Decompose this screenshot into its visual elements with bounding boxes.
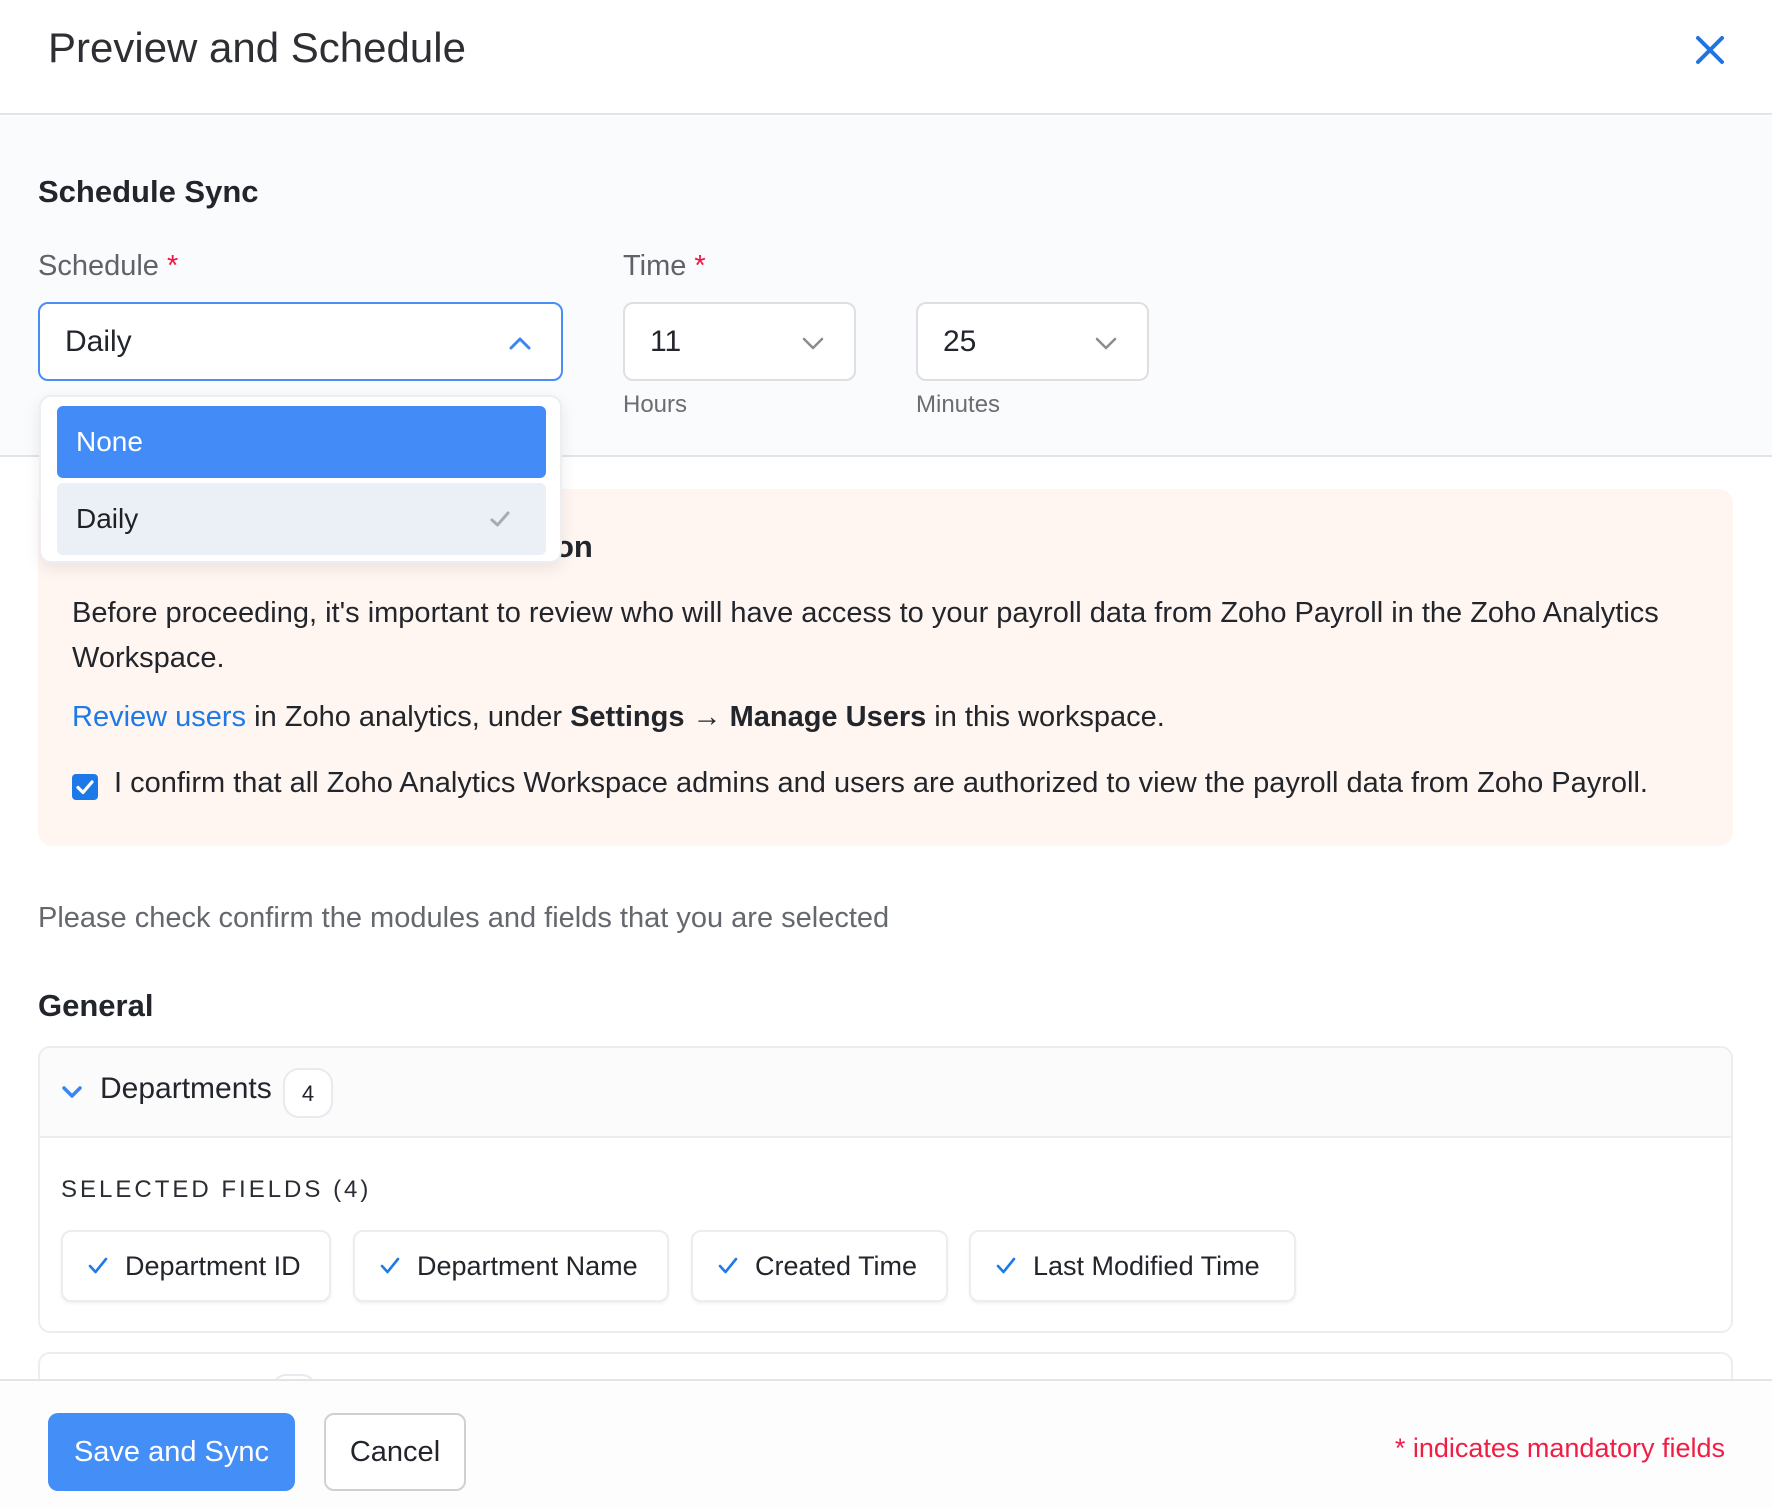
mandatory-fields-note: * indicates mandatory fields	[1394, 1433, 1725, 1463]
field-chip-label: Created Time	[755, 1251, 918, 1281]
hours-select[interactable]: 11	[623, 302, 856, 381]
close-icon	[1696, 36, 1724, 64]
schedule-label-text: Schedule	[38, 250, 159, 282]
checkmark-icon	[76, 780, 94, 795]
review-line-text: in Zoho analytics, under	[246, 701, 571, 733]
dialog-footer: Save and Sync Cancel * indicates mandato…	[0, 1379, 1772, 1508]
field-chip-label: Last Modified Time	[1033, 1251, 1260, 1281]
chevron-down-icon	[1095, 337, 1117, 350]
field-chip-label: Department Name	[417, 1251, 638, 1281]
module-header[interactable]: Departments 4	[40, 1048, 1731, 1138]
hours-sub-label: Hours	[623, 391, 688, 418]
schedule-label: Schedule *	[38, 250, 178, 283]
minutes-select-value: 25	[943, 325, 977, 358]
field-chip: Department ID	[61, 1230, 331, 1302]
confirm-checkbox[interactable]	[72, 774, 98, 800]
required-mark: *	[694, 250, 706, 282]
option-label: Daily	[76, 503, 139, 534]
confirm-label[interactable]: I confirm that all Zoho Analytics Worksp…	[114, 767, 1648, 800]
minutes-select[interactable]: 25	[916, 302, 1149, 381]
module-name: Departments	[100, 1072, 272, 1105]
dialog-header: Preview and Schedule	[0, 0, 1772, 115]
review-users-link[interactable]: Review users	[72, 701, 246, 733]
check-icon	[996, 1257, 1016, 1274]
close-button[interactable]	[1690, 30, 1730, 70]
schedule-dropdown-menu: None Daily	[39, 395, 562, 563]
chevron-up-icon	[509, 337, 531, 350]
notice-body: Before proceeding, it's important to rev…	[72, 597, 1659, 674]
check-icon	[380, 1257, 400, 1274]
time-label-text: Time	[623, 250, 687, 282]
field-chip: Created Time	[691, 1230, 948, 1302]
module-card-departments: Departments 4 SELECTED FIELDS (4) Depart…	[38, 1046, 1733, 1333]
save-and-sync-button[interactable]: Save and Sync	[48, 1413, 295, 1491]
schedule-sync-title: Schedule Sync	[38, 174, 259, 209]
selected-fields-title: SELECTED FIELDS (4)	[61, 1176, 372, 1203]
field-chip-label: Department ID	[125, 1251, 301, 1281]
dropdown-option-none[interactable]: None	[57, 406, 546, 478]
option-label: None	[76, 426, 143, 457]
settings-path: Settings → Manage Users	[570, 701, 927, 733]
helper-text: Please check confirm the modules and fie…	[38, 902, 890, 934]
field-chip: Last Modified Time	[969, 1230, 1296, 1302]
field-chip: Department Name	[353, 1230, 669, 1302]
review-line-text-end: in this workspace.	[926, 701, 1165, 733]
cancel-button[interactable]: Cancel	[324, 1413, 466, 1491]
required-mark: *	[166, 250, 179, 282]
schedule-select[interactable]: Daily	[38, 302, 563, 381]
check-icon	[718, 1257, 738, 1274]
dialog-title: Preview and Schedule	[48, 24, 466, 71]
review-users-line: Review users in Zoho analytics, under Se…	[72, 701, 1165, 734]
chevron-down-icon	[802, 337, 824, 350]
check-icon	[490, 511, 510, 527]
chevron-down-icon	[62, 1086, 82, 1098]
minutes-sub-label: Minutes	[916, 391, 1001, 418]
time-label: Time *	[623, 250, 706, 283]
general-section-title: General	[38, 988, 154, 1023]
schedule-select-value: Daily	[65, 325, 132, 358]
dropdown-option-daily[interactable]: Daily	[57, 483, 546, 555]
module-count-badge: 4	[283, 1068, 333, 1118]
check-icon	[88, 1257, 108, 1274]
hours-select-value: 11	[650, 325, 682, 358]
